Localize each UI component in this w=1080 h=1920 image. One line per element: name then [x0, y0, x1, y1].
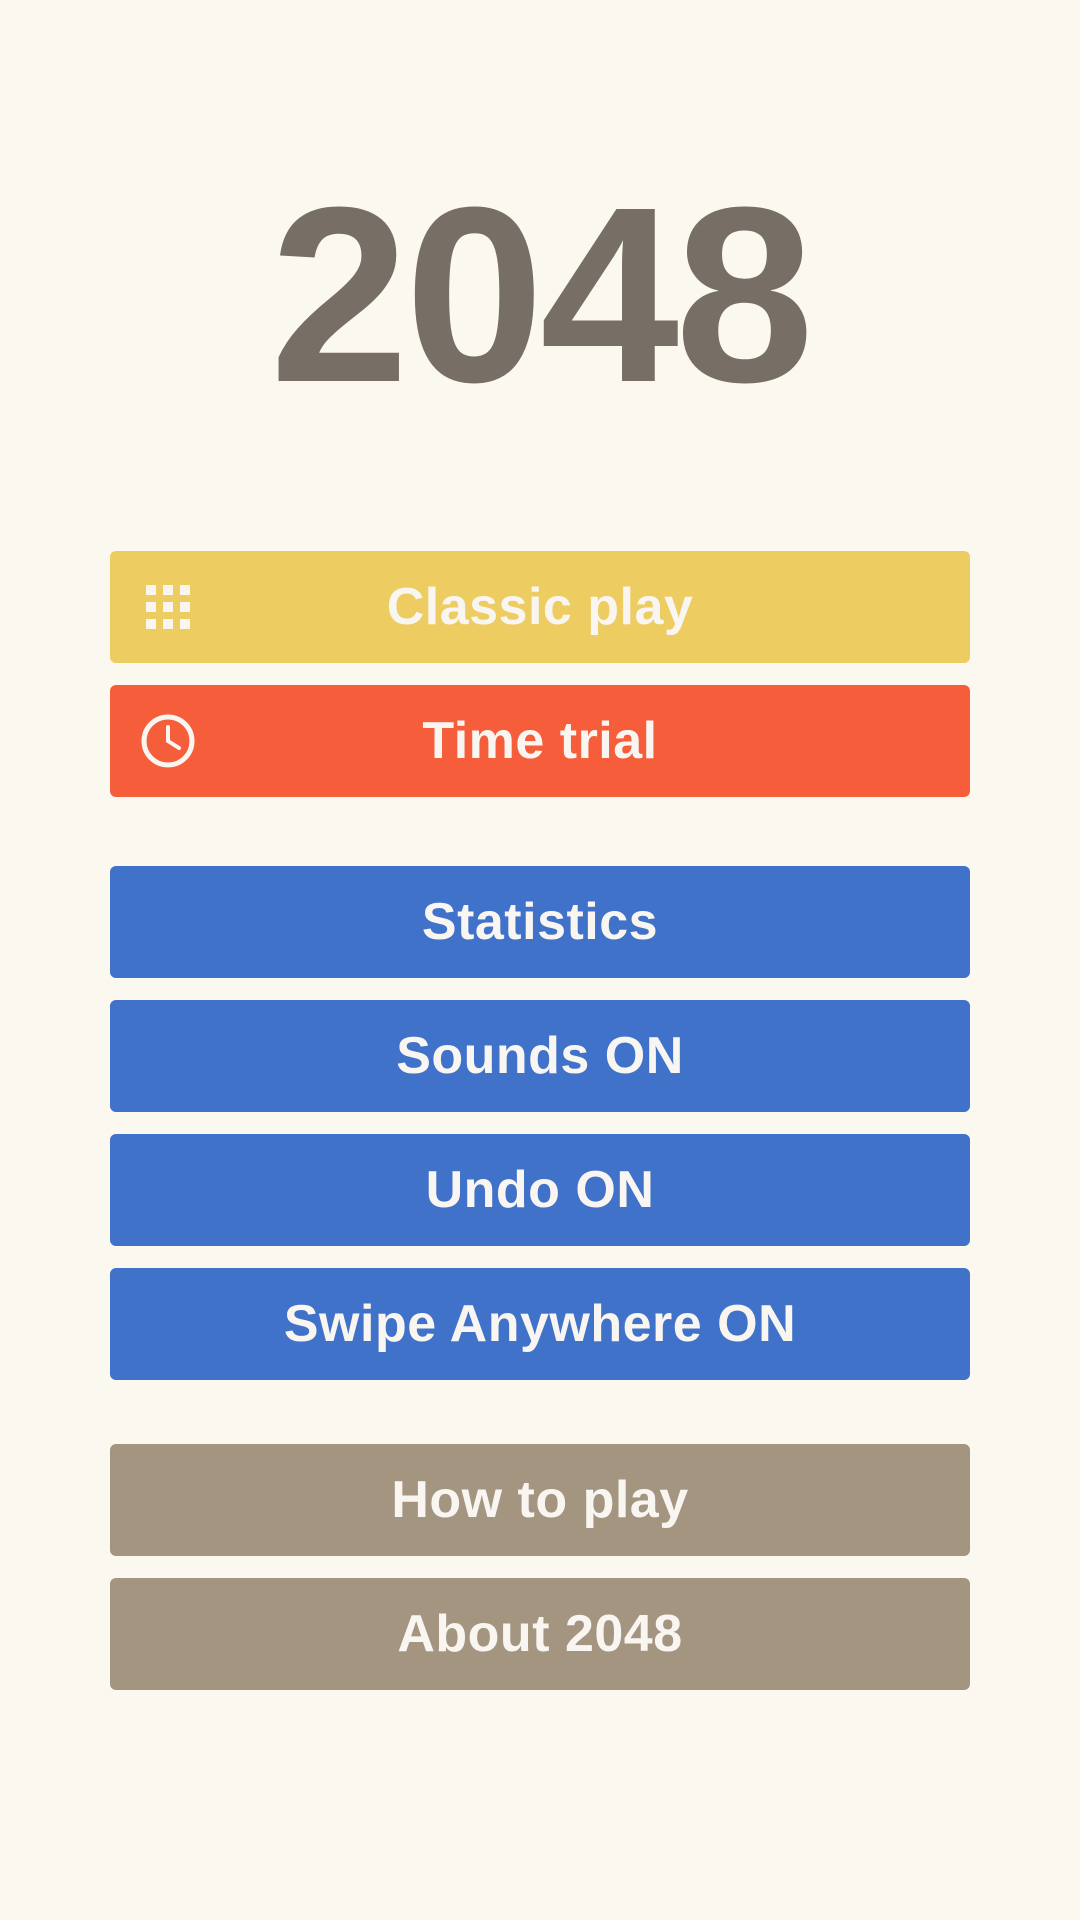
sounds-toggle-button[interactable]: Sounds ON [110, 1000, 970, 1112]
how-to-play-button[interactable]: How to play [110, 1444, 970, 1556]
time-trial-button[interactable]: Time trial [110, 685, 970, 797]
about-button[interactable]: About 2048 [110, 1578, 970, 1690]
undo-toggle-button[interactable]: Undo ON [110, 1134, 970, 1246]
about-label: About 2048 [397, 1605, 683, 1663]
app-title: 2048 [269, 155, 814, 434]
statistics-label: Statistics [421, 893, 659, 951]
how-to-play-label: How to play [391, 1471, 689, 1529]
clock-icon [140, 713, 196, 769]
swipe-anywhere-toggle-button[interactable]: Swipe Anywhere ON [110, 1268, 970, 1380]
swipe-anywhere-toggle-label: Swipe Anywhere ON [283, 1295, 797, 1353]
sounds-toggle-label: Sounds ON [396, 1027, 684, 1085]
time-trial-label: Time trial [422, 712, 658, 770]
statistics-button[interactable]: Statistics [110, 866, 970, 978]
undo-toggle-label: Undo ON [425, 1161, 655, 1219]
classic-play-label: Classic play [386, 578, 694, 636]
grid-icon [140, 579, 196, 635]
classic-play-button[interactable]: Classic play [110, 551, 970, 663]
